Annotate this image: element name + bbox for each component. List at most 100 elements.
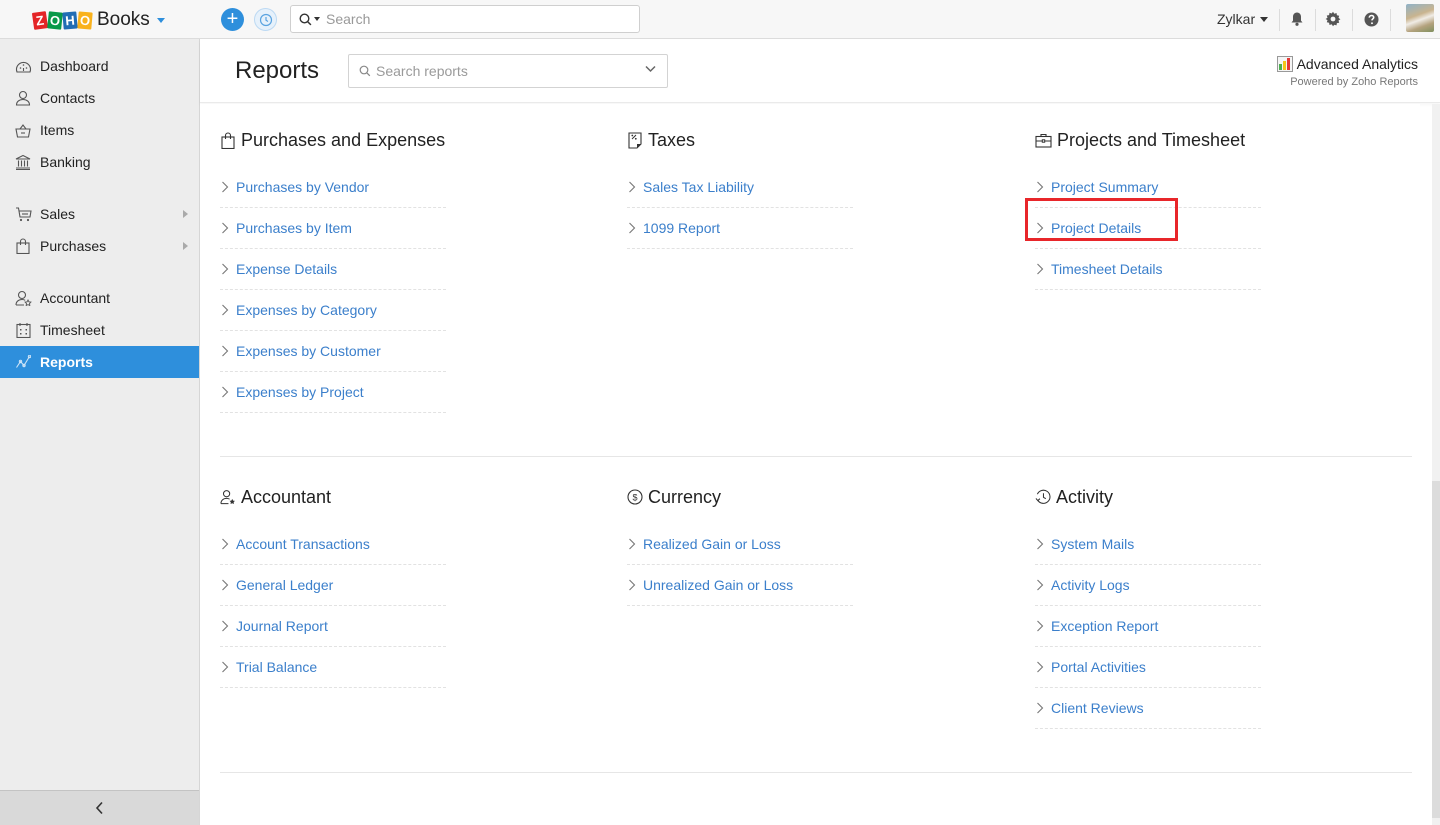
sidebar-item-accountant[interactable]: Accountant (0, 282, 199, 314)
report-search[interactable] (348, 54, 668, 88)
report-search-input[interactable] (376, 63, 646, 79)
report-link-general-ledger[interactable]: General Ledger (220, 565, 446, 606)
report-link-expense-details[interactable]: Expense Details (220, 249, 446, 290)
org-name: Zylkar (1217, 11, 1256, 27)
section-title: Currency (648, 486, 722, 507)
sidebar-item-timesheet[interactable]: Timesheet (0, 314, 199, 346)
report-link-label[interactable]: Expense Details (236, 261, 337, 277)
chevron-right-icon (628, 579, 642, 591)
report-link-purchases-by-vendor[interactable]: Purchases by Vendor (220, 167, 446, 208)
search-filter-caret-icon[interactable] (314, 17, 320, 21)
advanced-analytics-link[interactable]: Advanced Analytics (1297, 56, 1418, 72)
chevron-right-icon (221, 181, 235, 193)
caret-down-icon[interactable] (156, 17, 165, 23)
reports-content: Purchases and Expenses Purchases by Vend… (200, 104, 1420, 825)
report-link-label[interactable]: Portal Activities (1051, 659, 1146, 675)
plus-icon: + (226, 8, 239, 30)
chevron-right-icon (628, 222, 642, 234)
quick-create-button[interactable]: + (221, 8, 244, 31)
scrollbar[interactable] (1432, 104, 1440, 825)
recent-activity-button[interactable] (254, 8, 277, 31)
sidebar-item-contacts[interactable]: Contacts (0, 82, 199, 114)
help-button[interactable] (1361, 9, 1381, 29)
report-link-journal-report[interactable]: Journal Report (220, 606, 446, 647)
organization-switcher[interactable]: Zylkar (1217, 11, 1269, 27)
notifications-button[interactable] (1287, 9, 1307, 29)
section-divider (220, 456, 1412, 457)
sidebar: Dashboard Contacts Items Banking Sales P… (0, 39, 200, 825)
chevron-right-icon (221, 263, 235, 275)
user-avatar[interactable] (1406, 4, 1434, 32)
report-link-label[interactable]: Timesheet Details (1051, 261, 1163, 277)
report-link-timesheet-details[interactable]: Timesheet Details (1035, 249, 1261, 290)
sidebar-item-banking[interactable]: Banking (0, 146, 199, 178)
global-search-input[interactable] (326, 11, 616, 27)
report-link-system-mails[interactable]: System Mails (1035, 524, 1261, 565)
report-link-label[interactable]: Purchases by Vendor (236, 179, 369, 195)
cart-icon (14, 205, 32, 223)
global-search[interactable] (290, 5, 640, 33)
chevron-right-icon (628, 181, 642, 193)
user-icon (14, 89, 32, 107)
report-link-label[interactable]: 1099 Report (643, 220, 720, 236)
section-accountant: Accountant Account Transactions General … (220, 485, 460, 688)
sidebar-item-label: Purchases (40, 238, 107, 254)
report-link-purchases-by-item[interactable]: Purchases by Item (220, 208, 446, 249)
report-link-account-transactions[interactable]: Account Transactions (220, 524, 446, 565)
report-link-label[interactable]: Expenses by Customer (236, 343, 381, 359)
report-link-activity-logs[interactable]: Activity Logs (1035, 565, 1261, 606)
sidebar-item-purchases[interactable]: Purchases (0, 230, 199, 262)
report-link-label[interactable]: Exception Report (1051, 618, 1158, 634)
report-link-label[interactable]: Expenses by Category (236, 302, 377, 318)
report-link-label[interactable]: Sales Tax Liability (643, 179, 754, 195)
chevron-right-icon (1036, 181, 1050, 193)
clock-history-icon (259, 13, 272, 26)
submenu-arrow-icon (183, 210, 188, 218)
collapse-sidebar-button[interactable] (0, 790, 199, 825)
report-link-label[interactable]: Client Reviews (1051, 700, 1144, 716)
report-link-label[interactable]: Journal Report (236, 618, 328, 634)
report-link-label[interactable]: Account Transactions (236, 536, 370, 552)
help-icon (1364, 12, 1378, 26)
report-link-label[interactable]: Realized Gain or Loss (643, 536, 781, 552)
report-link-trial-balance[interactable]: Trial Balance (220, 647, 446, 688)
report-link-exception-report[interactable]: Exception Report (1035, 606, 1261, 647)
chevron-right-icon (221, 386, 235, 398)
report-link-realized-gain-or-loss[interactable]: Realized Gain or Loss (627, 524, 853, 565)
accountant-icon (14, 289, 32, 307)
report-link-portal-activities[interactable]: Portal Activities (1035, 647, 1261, 688)
report-link-project-details[interactable]: Project Details (1035, 208, 1261, 249)
section-purchases-and-expenses: Purchases and Expenses Purchases by Vend… (220, 128, 460, 413)
report-link-label[interactable]: General Ledger (236, 577, 333, 593)
report-link-sales-tax-liability[interactable]: Sales Tax Liability (627, 167, 853, 208)
sidebar-item-label: Dashboard (40, 58, 109, 74)
divider (1352, 9, 1353, 31)
search-icon[interactable] (299, 12, 312, 26)
report-link-expenses-by-category[interactable]: Expenses by Category (220, 290, 446, 331)
report-link-label[interactable]: Activity Logs (1051, 577, 1130, 593)
report-link-label[interactable]: Purchases by Item (236, 220, 352, 236)
advanced-analytics[interactable]: Advanced Analytics Powered by Zoho Repor… (1276, 56, 1418, 88)
report-link-unrealized-gain-or-loss[interactable]: Unrealized Gain or Loss (627, 565, 853, 606)
chevron-right-icon (1036, 222, 1050, 234)
sidebar-item-sales[interactable]: Sales (0, 198, 199, 230)
report-link-label[interactable]: Trial Balance (236, 659, 317, 675)
report-link-label[interactable]: System Mails (1051, 536, 1134, 552)
sidebar-item-dashboard[interactable]: Dashboard (0, 50, 199, 82)
bell-icon (1291, 12, 1303, 26)
chevron-down-icon[interactable] (645, 65, 656, 73)
report-link-label[interactable]: Unrealized Gain or Loss (643, 577, 793, 593)
report-link-label[interactable]: Project Summary (1051, 179, 1158, 195)
sidebar-item-reports[interactable]: Reports (0, 346, 199, 378)
report-link-1099-report[interactable]: 1099 Report (627, 208, 853, 249)
app-logo[interactable]: Z O H O Books (31, 8, 165, 32)
report-link-expenses-by-project[interactable]: Expenses by Project (220, 372, 446, 413)
report-link-expenses-by-customer[interactable]: Expenses by Customer (220, 331, 446, 372)
report-link-client-reviews[interactable]: Client Reviews (1035, 688, 1261, 729)
scrollbar-thumb[interactable] (1432, 481, 1440, 818)
settings-button[interactable] (1323, 9, 1343, 29)
report-link-label[interactable]: Project Details (1051, 220, 1141, 236)
report-link-project-summary[interactable]: Project Summary (1035, 167, 1261, 208)
sidebar-item-items[interactable]: Items (0, 114, 199, 146)
report-link-label[interactable]: Expenses by Project (236, 384, 364, 400)
